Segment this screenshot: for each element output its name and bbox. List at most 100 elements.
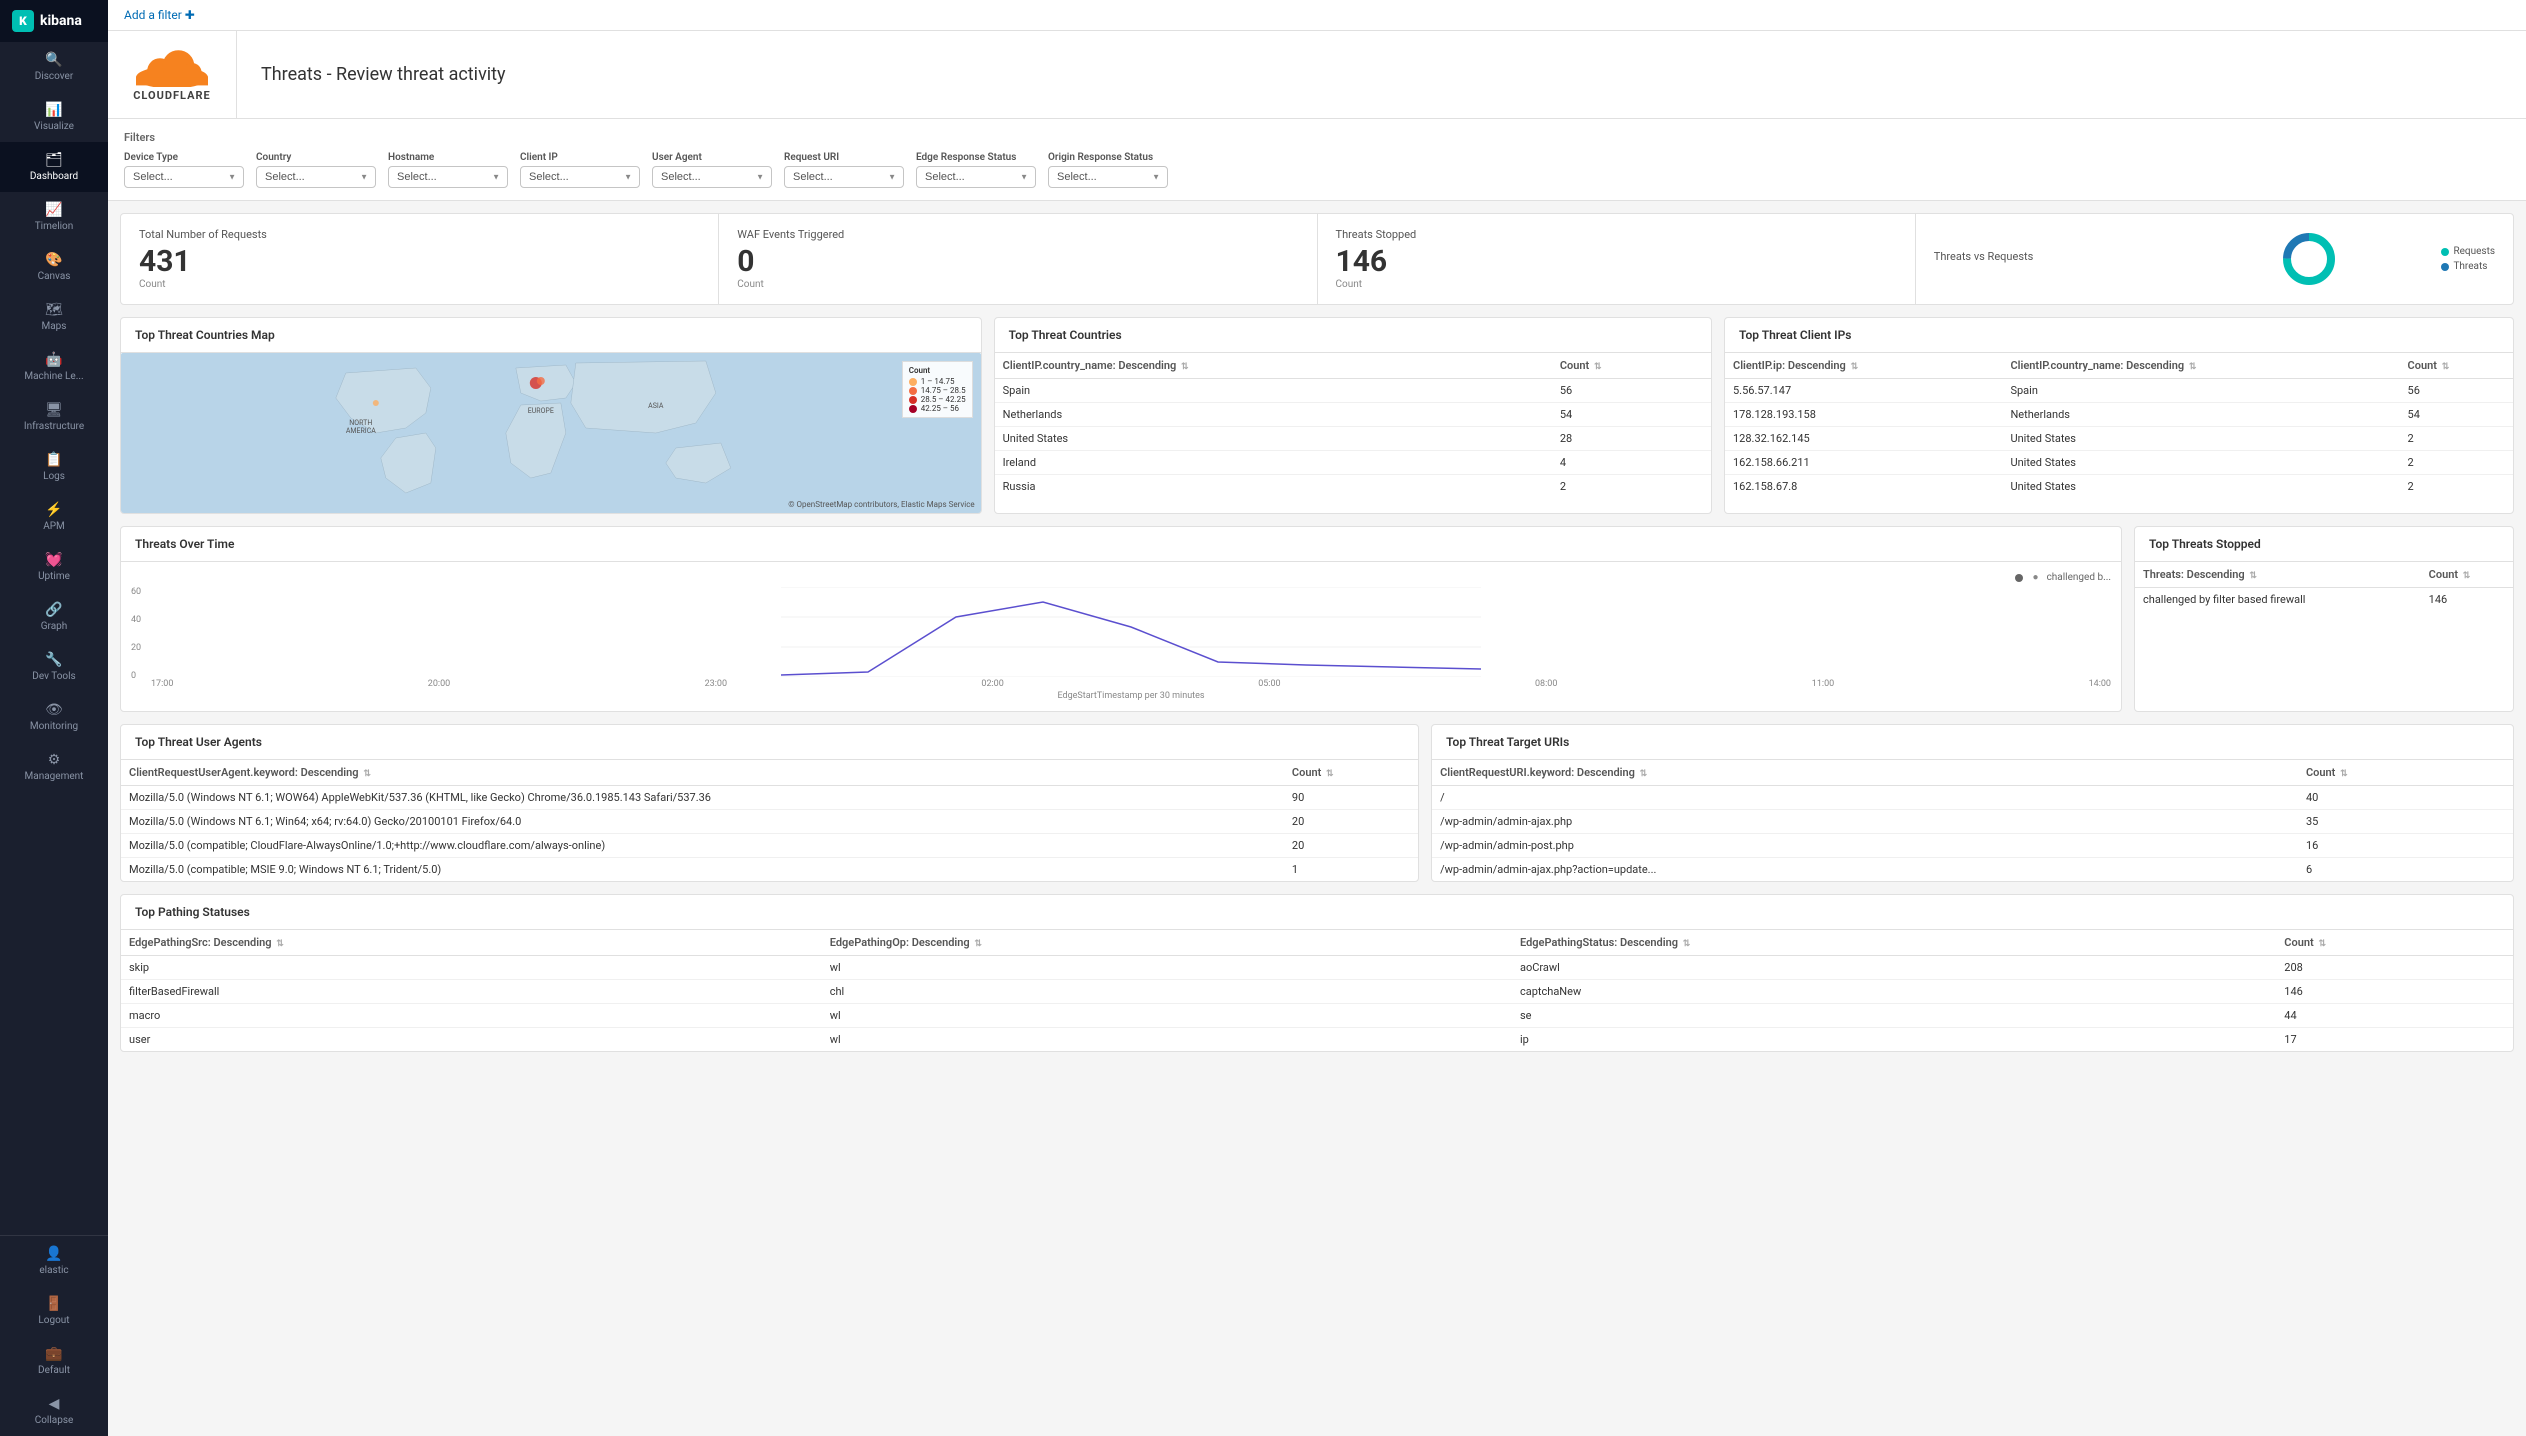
countries-panel-header: Top Threat Countries: [995, 318, 1711, 353]
sidebar-item-uptime[interactable]: 💓 Uptime: [0, 542, 108, 592]
ts-sort-1: ⇅: [2249, 571, 2257, 581]
sidebar-item-infrastructure[interactable]: 🖥 Infrastructure: [0, 392, 108, 442]
filter-hostname: Hostname Select...: [388, 152, 508, 188]
table-row: /wp-admin/admin-ajax.php?action=update..…: [1432, 858, 2513, 882]
filter-edge-response-wrapper: Select...: [916, 166, 1036, 188]
sort-icon-2: ⇅: [1594, 362, 1602, 372]
management-icon: ⚙: [48, 752, 61, 768]
maps-icon: 🗺: [45, 302, 63, 318]
filter-edge-response-select[interactable]: Select...: [916, 166, 1036, 188]
map-countries-row: Top Threat Countries Map: [120, 317, 2514, 514]
sidebar-item-timelion[interactable]: 📈 Timelion: [0, 192, 108, 242]
filter-request-uri-select[interactable]: Select...: [784, 166, 904, 188]
p-sort-4: ⇅: [2318, 939, 2326, 949]
uptime-icon: 💓: [45, 552, 62, 568]
svg-text:EUROPE: EUROPE: [528, 407, 554, 415]
p-sort-2: ⇅: [974, 939, 982, 949]
sidebar-item-logout[interactable]: 🚪 Logout: [0, 1286, 108, 1336]
sidebar-item-discover[interactable]: 🔍 Discover: [0, 42, 108, 92]
table-row: 5.56.57.147Spain56: [1725, 379, 2513, 403]
sidebar-item-label: Maps: [42, 321, 67, 332]
sidebar-item-maps[interactable]: 🗺 Maps: [0, 292, 108, 342]
donut-chart-area: [2188, 229, 2430, 289]
filter-country-select[interactable]: Select...: [256, 166, 376, 188]
table-row: Russia2: [995, 475, 1711, 499]
map-area: NORTH AMERICA EUROPE ASIA Count 1 – 14.7…: [121, 353, 981, 513]
threats-dot: [2441, 263, 2449, 271]
p-col3: EdgePathingStatus: Descending ⇅: [1512, 930, 2276, 956]
challenge-dot-icon: [2015, 574, 2023, 582]
user-agents-header: Top Threat User Agents: [121, 725, 1418, 760]
stat-waf-events-unit: Count: [737, 279, 1298, 290]
sidebar-item-label: Discover: [35, 71, 74, 82]
sidebar-item-devtools[interactable]: 🔧 Dev Tools: [0, 642, 108, 692]
table-row: /wp-admin/admin-ajax.php35: [1432, 810, 2513, 834]
pathing-header: Top Pathing Statuses: [121, 895, 2513, 930]
sidebar-bottom-label: Collapse: [35, 1415, 74, 1426]
map-attribution: © OpenStreetMap contributors, Elastic Ma…: [788, 500, 974, 509]
sidebar-item-ml[interactable]: 🤖 Machine Le...: [0, 342, 108, 392]
chart-svg-area: 17:00 20:00 23:00 02:00 05:00 08:00 11:0…: [151, 587, 2111, 701]
table-row: 178.128.193.158Netherlands54: [1725, 403, 2513, 427]
sidebar-item-monitoring[interactable]: 👁 Monitoring: [0, 692, 108, 742]
canvas-icon: 🎨: [45, 252, 62, 268]
stat-threats-vs-requests: Threats vs Requests Requests Thre: [1916, 214, 2513, 304]
stat-waf-events-value: 0: [737, 247, 1298, 277]
add-filter-button[interactable]: Add a filter ✚: [124, 8, 195, 22]
sidebar-item-label: Logs: [43, 471, 65, 482]
sidebar-item-label: Management: [25, 771, 84, 782]
table-row: Mozilla/5.0 (compatible; CloudFlare-Alwa…: [121, 834, 1418, 858]
add-filter-label: Add a filter: [124, 8, 182, 22]
sidebar-bottom-label: elastic: [39, 1265, 68, 1276]
legend-range-4: 42.25 – 56: [909, 404, 966, 413]
stat-threats-vs-label: Threats vs Requests: [1934, 250, 2176, 263]
sidebar-item-collapse[interactable]: ◀ Collapse: [0, 1386, 108, 1436]
user-agents-table: ClientRequestUserAgent.keyword: Descendi…: [121, 760, 1418, 881]
filter-client-ip-select[interactable]: Select...: [520, 166, 640, 188]
ips-col3-header: Count ⇅: [2400, 353, 2513, 379]
world-map-svg: NORTH AMERICA EUROPE ASIA: [121, 353, 981, 513]
ips-sort-3: ⇅: [2442, 362, 2450, 372]
table-row: Netherlands54: [995, 403, 1711, 427]
filter-origin-response-select[interactable]: Select...: [1048, 166, 1168, 188]
sidebar-item-apm[interactable]: ⚡ APM: [0, 492, 108, 542]
filter-device-type-select[interactable]: Select...: [124, 166, 244, 188]
filter-hostname-select[interactable]: Select...: [388, 166, 508, 188]
client-ips-panel-header: Top Threat Client IPs: [1725, 318, 2513, 353]
table-row: Spain56: [995, 379, 1711, 403]
countries-panel: Top Threat Countries ClientIP.country_na…: [994, 317, 1712, 514]
cloudflare-text: CLOUDFLARE: [133, 89, 211, 102]
agents-uris-row: Top Threat User Agents ClientRequestUser…: [120, 724, 2514, 882]
sidebar-item-logs[interactable]: 📋 Logs: [0, 442, 108, 492]
range-3-circle: [909, 396, 917, 404]
sidebar-item-management[interactable]: ⚙ Management: [0, 742, 108, 792]
ts-sort-2: ⇅: [2463, 571, 2471, 581]
threats-time-header: Threats Over Time: [121, 527, 2121, 562]
filter-user-agent-select[interactable]: Select...: [652, 166, 772, 188]
plus-icon: ✚: [185, 8, 195, 22]
discover-icon: 🔍: [45, 52, 62, 68]
timelion-icon: 📈: [45, 202, 62, 218]
stat-total-requests-value: 431: [139, 247, 700, 277]
sidebar-item-elastic[interactable]: 👤 elastic: [0, 1236, 108, 1286]
sidebar-item-canvas[interactable]: 🎨 Canvas: [0, 242, 108, 292]
dashboard-icon: 🗂: [45, 152, 63, 168]
sidebar-item-visualize[interactable]: 📊 Visualize: [0, 92, 108, 142]
sidebar-item-dashboard[interactable]: 🗂 Dashboard: [0, 142, 108, 192]
filter-country-label: Country: [256, 152, 376, 163]
stat-total-requests: Total Number of Requests 431 Count: [121, 214, 719, 304]
legend-range-3: 28.5 – 42.25: [909, 395, 966, 404]
ua-col1: ClientRequestUserAgent.keyword: Descendi…: [121, 760, 1284, 786]
sidebar-item-default[interactable]: 💼 Default: [0, 1336, 108, 1386]
chart-container: 60 40 20 0: [131, 587, 2111, 701]
legend-count-title: Count: [909, 366, 966, 375]
threats-over-time-panel: Threats Over Time ● challenged b... 60 4…: [120, 526, 2122, 712]
filter-client-ip: Client IP Select...: [520, 152, 640, 188]
sidebar-item-label: Graph: [41, 621, 68, 632]
client-ips-panel: Top Threat Client IPs ClientIP.ip: Desce…: [1724, 317, 2514, 514]
sidebar-item-label: Machine Le...: [24, 371, 83, 382]
sidebar-item-label: APM: [43, 521, 65, 532]
sidebar-item-graph[interactable]: 🔗 Graph: [0, 592, 108, 642]
filter-country-wrapper: Select...: [256, 166, 376, 188]
target-uris-table: ClientRequestURI.keyword: Descending ⇅ C…: [1432, 760, 2513, 881]
